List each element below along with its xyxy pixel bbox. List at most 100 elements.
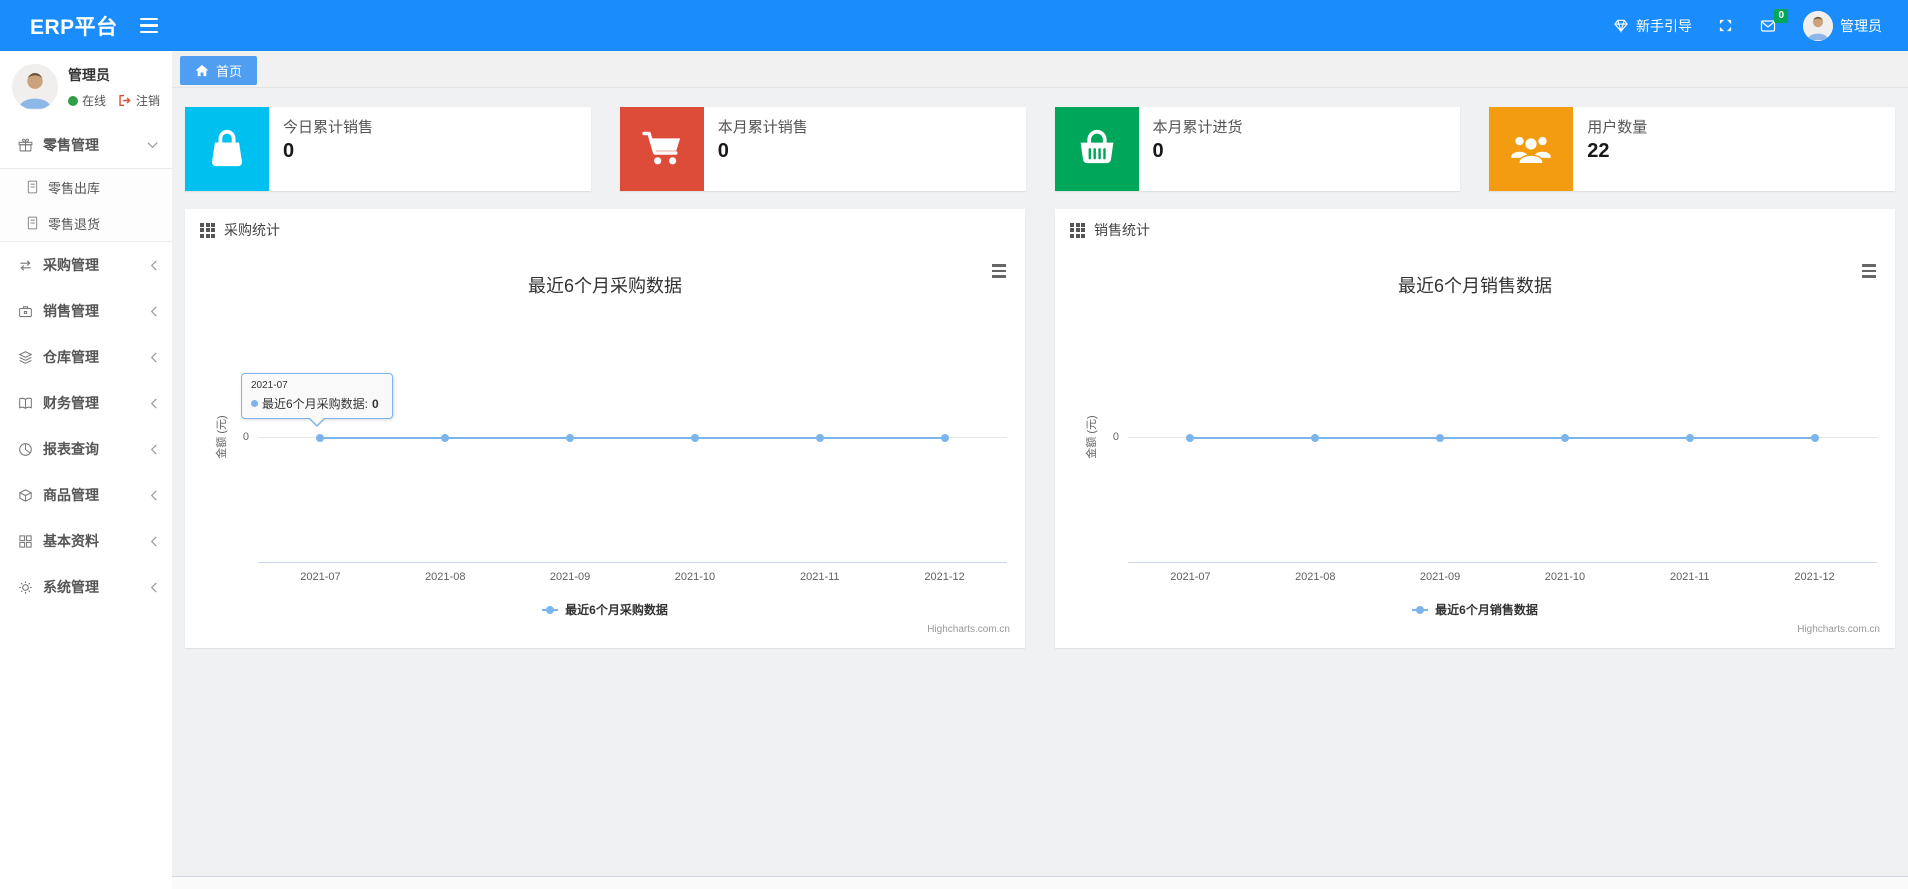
stat-value: 22 — [1587, 140, 1610, 162]
plot-area — [258, 311, 1007, 563]
data-point[interactable] — [1186, 434, 1195, 442]
sidebar-item-retail[interactable]: 零售管理 — [0, 122, 172, 168]
data-point[interactable] — [690, 434, 699, 442]
x-axis-label: 2021-10 — [1544, 571, 1586, 583]
app-brand[interactable]: ERP平台 — [0, 11, 132, 41]
purchase-chart: 最近6个月采购数据 金额 (元) 0 2021-07 2021-08 2021-… — [185, 251, 1025, 648]
x-axis-label: 2021-10 — [674, 571, 716, 583]
chart-context-menu-button[interactable] — [1859, 261, 1879, 281]
users-icon — [1489, 107, 1574, 191]
x-axis-label: 2021-09 — [1419, 571, 1461, 583]
zero-gridline — [258, 434, 1007, 442]
online-status-label: 在线 — [82, 94, 107, 108]
chart-context-menu-button[interactable] — [989, 261, 1009, 281]
top-navbar: ERP平台 新手引导 0 管理员 — [0, 0, 1908, 51]
briefcase-icon — [17, 304, 33, 319]
series-line — [1190, 436, 1815, 439]
retail-submenu: 零售出库 零售退货 — [0, 168, 172, 242]
x-axis-label: 2021-12 — [924, 571, 965, 583]
chevron-left-icon — [150, 489, 158, 501]
logout-link[interactable]: 注销 — [136, 92, 160, 109]
guide-label: 新手引导 — [1636, 17, 1692, 34]
sidebar-item-retail-out[interactable]: 零售出库 — [0, 169, 172, 205]
sidebar-item-finance[interactable]: 财务管理 — [0, 380, 172, 426]
x-axis-label: 2021-11 — [799, 571, 840, 583]
user-menu[interactable]: 管理员 — [1803, 10, 1882, 41]
x-axis-labels: 2021-07 2021-08 2021-09 2021-10 2021-11 … — [1128, 571, 1877, 585]
message-count-badge: 0 — [1774, 8, 1788, 23]
highcharts-credits-link[interactable]: Highcharts.com.cn — [927, 624, 1010, 635]
tooltip-series-label: 最近6个月采购数据: — [262, 397, 369, 411]
sidebar-item-system[interactable]: 系统管理 — [0, 564, 172, 610]
data-point[interactable] — [1560, 434, 1569, 442]
online-status-icon — [68, 95, 78, 106]
gift-icon — [17, 138, 33, 153]
legend-item[interactable]: 最近6个月销售数据 — [1055, 601, 1895, 618]
legend-marker-icon — [1412, 605, 1429, 614]
data-point[interactable] — [815, 434, 824, 442]
stat-card-month-purchase: 本月累计进货 0 — [1054, 107, 1461, 191]
chevron-left-icon — [150, 305, 158, 317]
data-point[interactable] — [1685, 434, 1694, 442]
data-point[interactable] — [441, 434, 450, 442]
data-point[interactable] — [1810, 434, 1819, 442]
tooltip-series-dot — [251, 400, 258, 407]
data-point[interactable] — [1436, 434, 1445, 442]
data-point[interactable] — [316, 434, 325, 442]
messages-button[interactable]: 0 — [1759, 8, 1788, 34]
data-point[interactable] — [566, 434, 575, 442]
tooltip-header: 2021-07 — [251, 380, 288, 391]
data-point[interactable] — [1311, 434, 1320, 442]
sidebar-item-purchase[interactable]: 采购管理 — [0, 242, 172, 288]
plot-area — [1128, 311, 1877, 563]
y-axis-tick: 0 — [242, 431, 249, 443]
sidebar: 管理员 在线 注销 零售管理 零售出库 零售退货 采购管理 销售管理 仓库管理 … — [0, 51, 172, 889]
tab-home[interactable]: 首页 — [180, 56, 258, 85]
stat-value: 0 — [1152, 140, 1164, 162]
purchase-stats-panel: 采购统计 最近6个月采购数据 金额 (元) 0 2021-07 2021-08 … — [185, 209, 1025, 648]
sidebar-toggle-button[interactable] — [132, 9, 166, 43]
sidebar-item-goods[interactable]: 商品管理 — [0, 472, 172, 518]
x-axis-labels: 2021-07 2021-08 2021-09 2021-10 2021-11 … — [258, 571, 1007, 585]
stat-card-today-sales: 今日累计销售 0 — [185, 107, 591, 191]
legend-marker-icon — [542, 605, 559, 614]
sidebar-user-block: 管理员 在线 注销 — [0, 51, 172, 122]
chart-tooltip: 2021-07 最近6个月采购数据: 0 — [241, 373, 393, 427]
dashboard-content: 今日累计销售 0 本月累计销售 0 本月累计进货 0 用户数量 22 采购统计 … — [172, 88, 1908, 648]
data-point[interactable] — [940, 434, 949, 442]
shopping-basket-icon — [1054, 107, 1139, 191]
file-icon — [24, 180, 40, 194]
shopping-cart-icon — [619, 107, 704, 191]
sidebar-item-sales[interactable]: 销售管理 — [0, 288, 172, 334]
th-grid-icon — [200, 222, 215, 238]
legend-item[interactable]: 最近6个月采购数据 — [185, 601, 1025, 618]
stat-value: 0 — [717, 140, 729, 162]
stat-cards-row: 今日累计销售 0 本月累计销售 0 本月累计进货 0 用户数量 22 — [185, 107, 1895, 191]
chevron-left-icon — [150, 443, 158, 455]
zero-gridline — [1128, 434, 1877, 442]
chevron-left-icon — [150, 581, 158, 593]
th-grid-icon — [1070, 222, 1085, 238]
x-axis-label: 2021-07 — [1170, 571, 1211, 583]
sidebar-item-basic-data[interactable]: 基本资料 — [0, 518, 172, 564]
sidebar-item-warehouse[interactable]: 仓库管理 — [0, 334, 172, 380]
series-line — [320, 436, 945, 439]
home-icon — [195, 64, 209, 77]
sidebar-item-retail-return[interactable]: 零售退货 — [0, 205, 172, 241]
sidebar-user-name: 管理员 — [68, 67, 110, 83]
guide-button[interactable]: 新手引导 — [1613, 16, 1692, 36]
tab-home-label: 首页 — [216, 64, 243, 79]
sidebar-user-avatar — [12, 64, 58, 110]
fullscreen-button[interactable] — [1718, 18, 1733, 33]
layers-icon — [17, 350, 33, 365]
sales-chart: 最近6个月销售数据 金额 (元) 0 2021-07 2021-08 2021-… — [1055, 251, 1895, 648]
x-axis-label: 2021-07 — [300, 571, 341, 583]
stat-title: 本月累计销售 — [717, 119, 808, 136]
panel-header: 采购统计 — [185, 209, 1025, 251]
highcharts-credits-link[interactable]: Highcharts.com.cn — [1797, 624, 1880, 635]
x-axis-label: 2021-11 — [1669, 571, 1710, 583]
x-axis-label: 2021-08 — [425, 571, 466, 583]
pie-chart-icon — [17, 442, 33, 457]
sidebar-item-reports[interactable]: 报表查询 — [0, 426, 172, 472]
stat-title: 用户数量 — [1587, 119, 1648, 136]
